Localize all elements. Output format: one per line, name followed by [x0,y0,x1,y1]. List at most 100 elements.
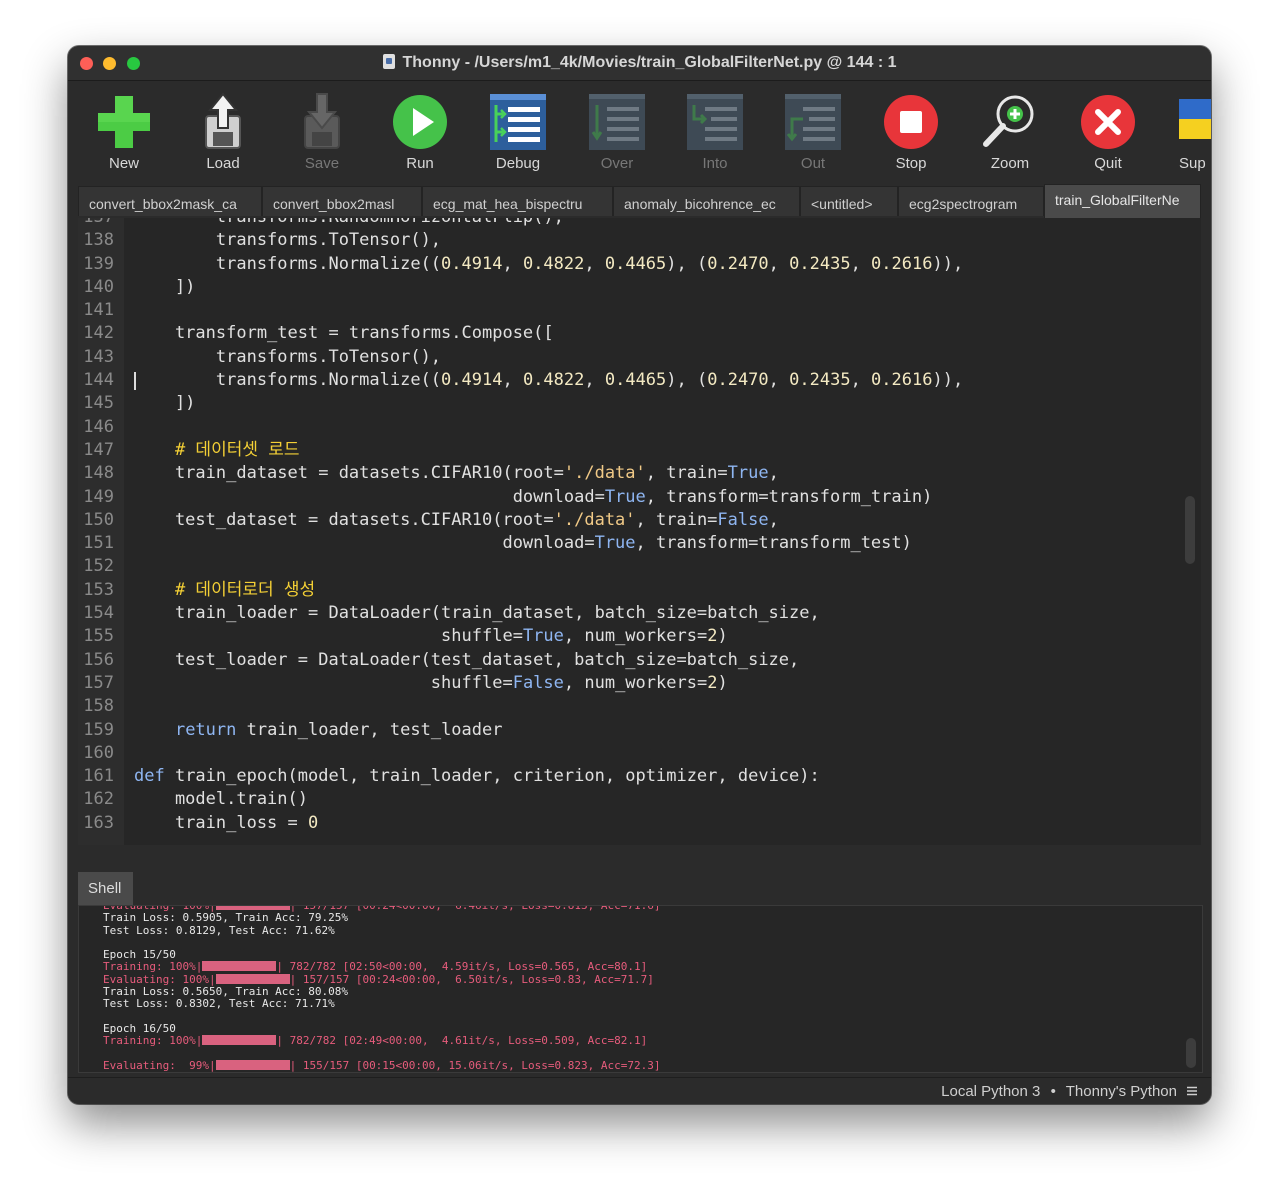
tab-anomaly-bicohrence-ec[interactable]: anomaly_bicohrence_ec [613,186,800,216]
interpreter-label: Local Python 3 [941,1083,1041,1100]
code-line[interactable]: 158 [78,695,1201,718]
code-line[interactable]: 161 def train_epoch(model, train_loader, … [78,765,1201,788]
stop-button[interactable]: Stop [866,82,956,186]
support-ukraine-button[interactable]: Sup [1161,82,1211,186]
code-text: return train_loader, test_loader [174,719,503,740]
code-line[interactable]: 157 shuffle=False, num_workers=2) [78,672,1201,695]
code-line[interactable]: 159 return train_loader, test_loader [78,719,1201,742]
progress-bar [202,961,277,972]
zoom-button[interactable]: Zoom [965,82,1055,186]
code-text: test_dataset = datasets.CIFAR10(root='./… [134,509,779,530]
step-out-button[interactable]: Out [768,82,858,186]
progress-stats: | 782/782 [02:49<00:00, 4.61it/s, Loss=0… [276,1034,648,1048]
tab-ecg2spectrogram[interactable]: ecg2spectrogram [898,186,1044,216]
code-line[interactable]: 146 [78,416,1201,439]
save-button[interactable]: Save [277,82,367,186]
code-line[interactable]: 153 # 데이터로더 생성 [78,579,1201,602]
code-text: train_loss = 0 [134,812,319,833]
code-text: model.train() [134,789,308,810]
progress-bar [215,906,290,910]
code-line[interactable]: 141 [78,299,1201,322]
status-bar: Local Python 3 • Thonny's Python [68,1077,1211,1104]
code-text: transforms.Normalize((0.4914, 0.4822, 0.… [134,253,964,274]
progress-prefix: Training: 100%| [103,1034,203,1048]
code-line[interactable]: 154 train_loader = DataLoader(train_data… [78,602,1201,625]
code-line[interactable]: 152 [78,555,1201,578]
shell-lines: Evaluating: 100%| | 157/157 [00:24<00:00,… [103,906,660,1072]
quit-icon [1081,95,1135,149]
line-number: 158 [83,696,114,717]
load-button[interactable]: Load [178,82,268,186]
step-into-icon [687,94,743,150]
code-line[interactable]: 163 train_loss = 0 [78,812,1201,835]
code-line[interactable]: 147 # 데이터셋 로드 [78,439,1201,462]
line-number: 157 [83,672,114,693]
code-text: download=True, transform=transform_train… [134,486,933,507]
code-line[interactable]: 143 transforms.ToTensor(), [78,346,1201,369]
shell-output[interactable]: Evaluating: 100%| | 157/157 [00:24<00:00,… [78,905,1203,1073]
step-out-icon [785,94,841,150]
app-name: Thonny [402,54,461,71]
code-line[interactable]: 148 train_dataset = datasets.CIFAR10(roo… [78,462,1201,485]
step-over-icon [589,94,645,150]
interpreter-selector[interactable]: Local Python 3 • Thonny's Python [941,1083,1177,1100]
new-button[interactable]: New [79,82,169,186]
code-text: test_loader = DataLoader(test_dataset, b… [134,649,800,670]
file-path: /Users/m1_4k/Movies/train_GlobalFilterNe… [474,54,823,71]
run-button[interactable]: Run [375,82,465,186]
code-line[interactable]: 140 ]) [78,276,1201,299]
editor-tabs: convert_bbox2mask_ca convert_bbox2masl e… [68,184,1211,218]
quit-button[interactable]: Quit [1063,82,1153,186]
play-icon [393,95,447,149]
line-number: 160 [83,742,114,763]
tab-ecg-mat-hea-bispectru[interactable]: ecg_mat_hea_bispectru [422,186,613,216]
code-text: ]) [134,276,196,297]
code-editor[interactable]: 137 transforms.RandomHorizontalFlip(),13… [78,218,1201,845]
code-line[interactable]: 160 [78,742,1201,765]
line-number: 159 [83,719,114,740]
thonny-window: Thonny - /Users/m1_4k/Movies/train_Globa… [68,46,1211,1104]
editor-scrollbar[interactable] [1185,496,1195,564]
tab-train-globalfilternet[interactable]: train_GlobalFilterNe [1044,184,1201,218]
code-line[interactable]: 145 ]) [78,392,1201,415]
hamburger-menu-icon[interactable] [1186,1085,1198,1097]
code-line[interactable]: 162 model.train() [78,788,1201,811]
code-line[interactable]: 151 download=True, transform=transform_t… [78,532,1201,555]
load-icon [205,92,241,149]
code-text: transform_test = transforms.Compose([ [134,323,554,344]
code-text: transforms.RandomHorizontalFlip(), [134,218,564,229]
line-number: 138 [83,230,114,251]
code-text: shuffle=True, num_workers=2) [134,626,728,647]
tab-shell[interactable]: Shell [78,872,133,905]
code-line[interactable]: 149 download=True, transform=transform_t… [78,486,1201,509]
status-separator: • [1050,1083,1056,1100]
shell-line: Training: 100%| | 782/782 [02:49<00:00, 4… [103,1035,660,1047]
step-over-button[interactable]: Over [572,82,662,186]
shell-scrollbar[interactable] [1186,1038,1196,1068]
window-title: Thonny - /Users/m1_4k/Movies/train_Globa… [68,54,1211,72]
tab-convert-bbox2mask-ca[interactable]: convert_bbox2mask_ca [78,186,262,216]
progress-stats: | 157/157 [00:24<00:00, 6.50it/s, Loss=0… [289,972,654,986]
line-number: 153 [83,579,114,600]
code-line[interactable]: 144 transforms.Normalize((0.4914, 0.4822… [78,369,1201,392]
line-number: 149 [83,486,114,507]
line-number: 162 [83,789,114,810]
shell-line: Test Loss: 0.8129, Test Acc: 71.62% [103,923,335,937]
line-number: 156 [83,649,114,670]
progress-prefix: Evaluating: 99%| [103,1058,216,1072]
tab-untitled[interactable]: <untitled> [800,186,898,216]
support-ukraine-icon [1179,99,1211,139]
code-line[interactable]: 139 transforms.Normalize((0.4914, 0.4822… [78,253,1201,276]
tab-convert-bbox2masl[interactable]: convert_bbox2masl [262,186,422,216]
code-line[interactable]: 156 test_loader = DataLoader(test_datase… [78,649,1201,672]
step-into-button[interactable]: Into [670,82,760,186]
code-line[interactable]: 138 transforms.ToTensor(), [78,229,1201,252]
code-line[interactable]: 150 test_dataset = datasets.CIFAR10(root… [78,509,1201,532]
progress-prefix: Evaluating: 100%| [103,972,216,986]
code-line[interactable]: 137 transforms.RandomHorizontalFlip(), [78,218,1201,229]
code-line[interactable]: 155 shuffle=True, num_workers=2) [78,625,1201,648]
debug-button[interactable]: Debug [473,82,563,186]
progress-bar [202,1035,277,1046]
code-line[interactable]: 142 transform_test = transforms.Compose(… [78,322,1201,345]
line-number: 139 [83,253,114,274]
